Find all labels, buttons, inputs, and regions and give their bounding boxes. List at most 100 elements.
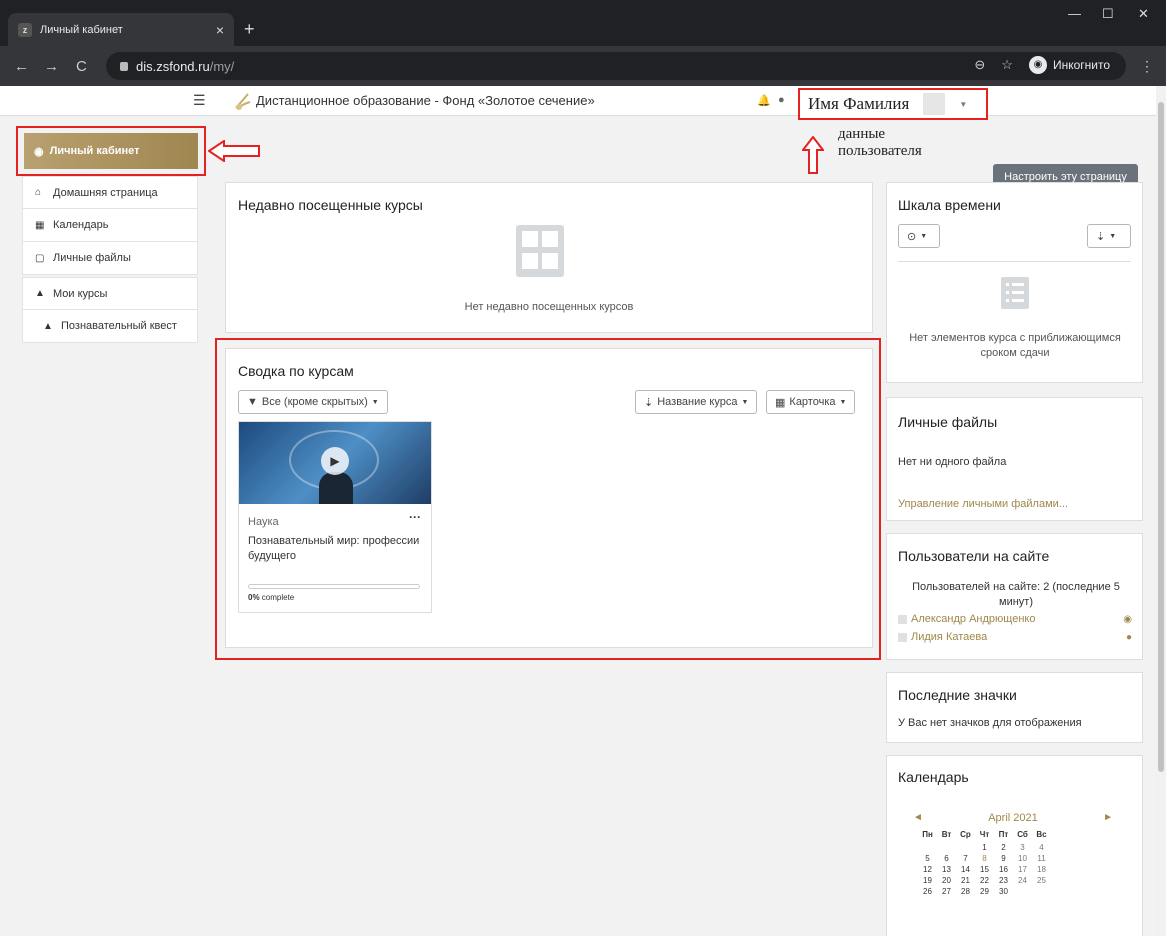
annotation-arrow-up-icon [802, 136, 824, 174]
sidebar-item-label: Домашняя страница [53, 186, 158, 199]
calendar-day [1013, 886, 1032, 897]
calendar-day[interactable]: 28 [956, 886, 975, 897]
private-files-title: Личные файлы [898, 414, 998, 430]
eye-icon[interactable]: ◉ [1123, 614, 1132, 625]
calendar-day[interactable]: 26 [918, 886, 937, 897]
calendar-day[interactable]: 2 [994, 842, 1013, 853]
calendar-day [918, 842, 937, 853]
calendar-day[interactable]: 9 [994, 853, 1013, 864]
calendar-day[interactable]: 23 [994, 875, 1013, 886]
online-users-summary: Пользователей на сайте: 2 (последние 5 м… [912, 581, 1120, 608]
minimize-icon[interactable]: — [1068, 6, 1081, 21]
user-menu[interactable]: Имя Фамилия ▼ [798, 88, 988, 120]
lock-icon [120, 61, 128, 71]
address-input[interactable]: dis.zsfond.ru/my/ [106, 52, 1126, 80]
incognito-icon: ◉ [1028, 56, 1047, 74]
sidebar-item-dashboard[interactable]: ◉ Личный кабинет [24, 133, 198, 169]
timeline-sort[interactable]: ⇣ ▼ [1087, 224, 1131, 248]
timeline-day-filter[interactable]: ⊙ ▼ [898, 224, 940, 248]
calendar-day[interactable]: 24 [1013, 875, 1032, 886]
calendar-day[interactable]: 15 [975, 864, 994, 875]
calendar-day [1032, 886, 1051, 897]
tab-close-icon[interactable]: × [216, 22, 224, 38]
sort-dropdown[interactable]: ⇣ Название курса ▼ [635, 390, 758, 414]
calendar-weekday: Чт [979, 830, 990, 839]
scrollbar-thumb[interactable] [1158, 102, 1164, 772]
file-icon: ▢ [35, 252, 45, 264]
calendar-day[interactable]: 29 [975, 886, 994, 897]
clock-icon: ⊙ [907, 230, 917, 243]
course-menu-icon[interactable]: ··· [409, 510, 421, 524]
sidebar-item-private-files[interactable]: ▢ Личные файлы [22, 242, 198, 275]
zoom-icon[interactable]: ⊖ [974, 57, 985, 73]
calendar-day[interactable]: 22 [975, 875, 994, 886]
calendar-day[interactable]: 6 [937, 853, 956, 864]
sidebar-item-home[interactable]: ⌂ Домашняя страница [22, 176, 198, 209]
calendar-day[interactable]: 25 [1032, 875, 1051, 886]
online-user-name[interactable]: Лидия Катаева [911, 631, 1126, 643]
calendar-day[interactable]: 4 [1032, 842, 1051, 853]
calendar-day[interactable]: 10 [1013, 853, 1032, 864]
calendar-day[interactable]: 8 [975, 853, 994, 864]
manage-files-link[interactable]: Управление личными файлами... [898, 498, 1068, 510]
site-name[interactable]: Дистанционное образование - Фонд «Золото… [256, 93, 595, 108]
course-progress-bar [248, 584, 420, 589]
calendar-day[interactable]: 5 [918, 853, 937, 864]
sidebar-item-calendar[interactable]: ▦ Календарь [22, 209, 198, 242]
calendar-day[interactable]: 19 [918, 875, 937, 886]
user-avatar [898, 614, 907, 624]
timeline-title: Шкала времени [898, 197, 1001, 213]
tab-title: Личный кабинет [40, 23, 123, 36]
view-dropdown[interactable]: ▦ Карточка ▼ [766, 390, 856, 414]
calendar-day[interactable]: 1 [975, 842, 994, 853]
page-scrollbar[interactable] [1156, 86, 1166, 936]
calendar-weekday: Вс [1036, 830, 1047, 839]
calendar-day[interactable]: 11 [1032, 853, 1051, 864]
calendar-day[interactable]: 27 [937, 886, 956, 897]
user-name: Имя Фамилия [808, 94, 910, 113]
calendar-day[interactable]: 16 [994, 864, 1013, 875]
message-icon[interactable]: ● [1126, 632, 1132, 643]
chevron-down-icon: ▼ [741, 398, 749, 406]
calendar-day[interactable]: 30 [994, 886, 1013, 897]
sidebar-item-course[interactable]: ▲ Познавательный квест [22, 310, 198, 343]
course-image[interactable]: ▶ [239, 422, 431, 504]
incognito-badge[interactable]: ◉ Инкогнито [1028, 56, 1110, 74]
calendar-day[interactable]: 14 [956, 864, 975, 875]
calendar-month[interactable]: April 2021 [988, 812, 1038, 824]
badges-title: Последние значки [898, 687, 1017, 703]
sidebar-item-my-courses[interactable]: ▲ Мои курсы [22, 277, 198, 310]
filter-dropdown[interactable]: ▼ Все (кроме скрытых) ▼ [238, 390, 388, 414]
calendar-grid: Пн Вт Ср Чт Пт Сб Вс 1 2 3 4 5 6 7 8 9 10 11 12 13 14 15 16 17… [918, 827, 1051, 897]
browser-tab[interactable]: z Личный кабинет × [8, 13, 234, 46]
course-card[interactable]: ▶ Наука ··· Познавательный мир: професси… [238, 421, 432, 613]
online-user-name[interactable]: Александр Андрющенко [911, 613, 1123, 625]
back-icon[interactable]: ← [14, 58, 29, 75]
maximize-icon[interactable]: ☐ [1102, 6, 1114, 22]
calendar-day[interactable]: 21 [956, 875, 975, 886]
forward-icon[interactable]: → [44, 58, 59, 75]
play-icon: ▶ [321, 447, 349, 475]
calendar-day[interactable]: 13 [937, 864, 956, 875]
browser-menu-icon[interactable]: ⋮ [1140, 58, 1154, 75]
calendar-next-icon[interactable]: ► [1103, 812, 1113, 824]
badges-block: Последние значки У Вас нет значков для о… [886, 672, 1143, 743]
calendar-day[interactable]: 3 [1013, 842, 1032, 853]
reload-icon[interactable]: C [76, 58, 87, 75]
window-close-icon[interactable]: ✕ [1138, 6, 1149, 22]
calendar-day[interactable]: 20 [937, 875, 956, 886]
new-tab-button[interactable]: + [244, 19, 255, 40]
calendar-prev-icon[interactable]: ◄ [913, 812, 923, 824]
progress-label: complete [261, 593, 295, 602]
calendar-day[interactable]: 7 [956, 853, 975, 864]
calendar-day[interactable]: 17 [1013, 864, 1032, 875]
calendar-day[interactable]: 18 [1032, 864, 1051, 875]
bookmark-star-icon[interactable]: ☆ [1001, 57, 1013, 73]
calendar-day[interactable]: 12 [918, 864, 937, 875]
notifications-bell-icon[interactable]: 🔔 [757, 94, 771, 107]
menu-toggle-icon[interactable]: ☰ [193, 92, 206, 109]
badges-empty: У Вас нет значков для отображения [898, 717, 1082, 729]
course-name[interactable]: Познавательный мир: профессии будущего [248, 534, 423, 564]
messages-icon[interactable]: ● [778, 94, 785, 106]
view-label: Карточка [789, 396, 836, 408]
